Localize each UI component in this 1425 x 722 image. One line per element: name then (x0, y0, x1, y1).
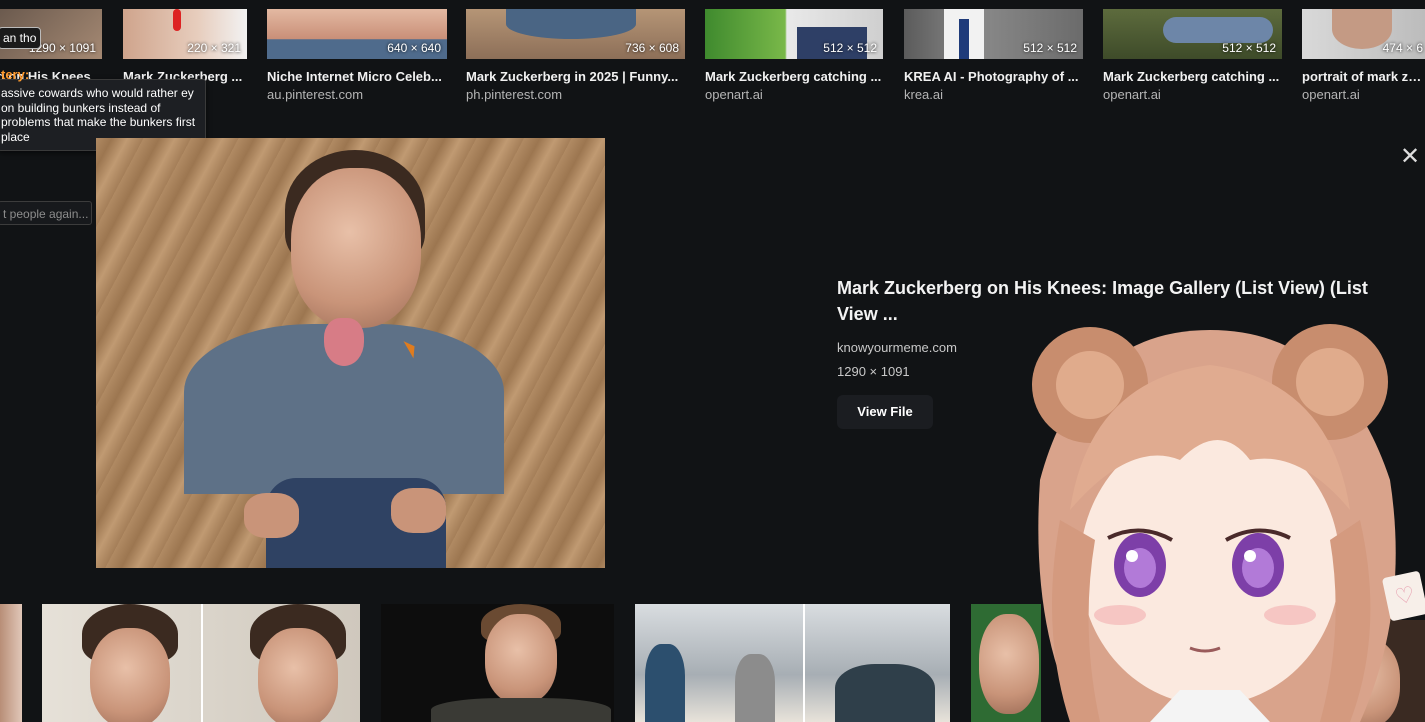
result-thumb[interactable] (635, 604, 950, 722)
thumb-dims: 474 × 6 (1382, 41, 1423, 55)
thumb-face (90, 628, 170, 722)
thumb-dims: 640 × 640 (387, 41, 441, 55)
close-icon[interactable]: ✕ (1397, 144, 1423, 170)
view-file-button[interactable]: View File (837, 395, 933, 429)
preview-hand-left (244, 493, 299, 538)
thumb-dims: 736 × 608 (625, 41, 679, 55)
result-source[interactable]: openart.ai (705, 87, 763, 102)
result-thumb[interactable] (0, 604, 22, 722)
thumb-shirt (431, 698, 611, 722)
result-thumb-6[interactable]: 512 × 512 (904, 9, 1083, 59)
thumb-shape (959, 19, 969, 59)
result-title[interactable]: Mark Zuckerberg in 2025 | Funny... (466, 69, 685, 84)
avatar-art (1032, 324, 1396, 722)
thumb-dims: 220 × 321 (187, 41, 241, 55)
thumb-figure (835, 664, 935, 722)
detail-source[interactable]: knowyourmeme.com (837, 340, 957, 355)
thumb-dims: 512 × 512 (1222, 41, 1276, 55)
chat-message-text: assive cowards who would rather ey on bu… (1, 86, 196, 144)
thumb-shape (173, 9, 181, 31)
result-source[interactable]: openart.ai (1103, 87, 1161, 102)
result-title[interactable]: Mark Zuckerberg catching ... (705, 69, 883, 84)
thumb-shape (506, 9, 636, 39)
thumb-dims: 512 × 512 (823, 41, 877, 55)
result-thumb-2[interactable]: 220 × 321 (123, 9, 247, 59)
chat-username: tery: (1, 67, 30, 82)
thumb-divider (201, 604, 203, 722)
result-thumb-8[interactable]: 474 × 6 (1302, 9, 1425, 59)
result-thumb-5[interactable]: 512 × 512 (705, 9, 883, 59)
preview-tongue (324, 318, 364, 366)
result-source[interactable]: openart.ai (1302, 87, 1360, 102)
preview-image[interactable] (96, 138, 605, 568)
result-thumb[interactable] (42, 604, 360, 722)
result-thumb-4[interactable]: 736 × 608 (466, 9, 685, 59)
result-title[interactable]: Mark Zuckerberg catching ... (1103, 69, 1282, 84)
result-source[interactable]: au.pinterest.com (267, 87, 363, 102)
result-source[interactable]: krea.ai (904, 87, 943, 102)
thumb-shape (1163, 17, 1273, 43)
thumb-dims: 512 × 512 (1023, 41, 1077, 55)
thumb-divider (803, 604, 805, 722)
result-title[interactable]: portrait of mark zu... (1302, 69, 1425, 84)
result-thumb-3[interactable]: 640 × 640 (267, 9, 447, 59)
preview-face (291, 168, 421, 328)
thumb-face (485, 614, 557, 704)
thumb-figure (645, 644, 685, 722)
result-thumb[interactable] (381, 604, 614, 722)
result-title[interactable]: KREA AI - Photography of ... (904, 69, 1083, 84)
thumb-face (258, 628, 338, 722)
preview-hand-right (391, 488, 446, 533)
thumb-figure (735, 654, 775, 722)
result-title[interactable]: Niche Internet Micro Celeb... (267, 69, 447, 84)
detail-dimensions: 1290 × 1091 (837, 364, 910, 379)
chat-input[interactable]: t people again... (0, 201, 92, 225)
chat-message-bubble: an tho (0, 27, 42, 49)
result-source[interactable]: ph.pinterest.com (466, 87, 562, 102)
result-thumb-7[interactable]: 512 × 512 (1103, 9, 1282, 59)
